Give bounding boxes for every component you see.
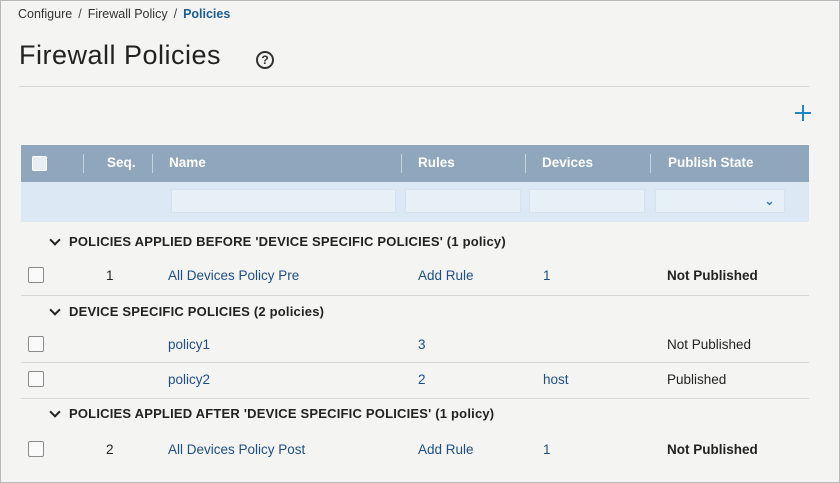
filter-row: ⌄ [21, 182, 809, 222]
row-policy-name-link[interactable]: All Devices Policy Pre [168, 268, 299, 283]
row-checkbox[interactable] [28, 336, 44, 352]
row-policy-name-link[interactable]: All Devices Policy Post [168, 442, 305, 457]
row-checkbox[interactable] [28, 371, 44, 387]
row-devices-link[interactable]: host [543, 372, 569, 387]
column-divider [525, 154, 526, 173]
table-row: policy2 2 host Published [21, 363, 809, 397]
breadcrumb-policies: Policies [183, 7, 231, 21]
column-header-publish-state[interactable]: Publish State [668, 155, 754, 170]
row-seq: 2 [106, 442, 114, 457]
row-seq: 1 [106, 268, 114, 283]
row-publish-state: Published [667, 372, 727, 387]
chevron-down-icon[interactable] [49, 303, 61, 316]
group-label: DEVICE SPECIFIC POLICIES (2 policies) [69, 304, 325, 319]
column-header-name[interactable]: Name [169, 155, 206, 170]
row-publish-state: Not Published [667, 442, 758, 457]
row-checkbox[interactable] [28, 267, 44, 283]
breadcrumb: Configure / Firewall Policy / Policies [18, 7, 230, 21]
row-devices-link[interactable]: 1 [543, 442, 551, 457]
breadcrumb-configure[interactable]: Configure [18, 7, 72, 21]
row-publish-state: Not Published [667, 268, 758, 283]
group-header-after[interactable]: POLICIES APPLIED AFTER 'DEVICE SPECIFIC … [49, 405, 495, 421]
row-policy-name-link[interactable]: policy2 [168, 372, 210, 387]
devices-filter-input[interactable] [529, 189, 645, 213]
rules-filter-input[interactable] [405, 189, 521, 213]
table-row: 2 All Devices Policy Post Add Rule 1 Not… [21, 433, 809, 467]
page-title: Firewall Policies [19, 40, 222, 70]
table-row: 1 All Devices Policy Pre Add Rule 1 Not … [21, 259, 809, 293]
select-all-checkbox[interactable] [32, 156, 47, 171]
row-divider [21, 295, 809, 296]
row-divider [21, 398, 809, 399]
column-divider [650, 154, 651, 173]
chevron-down-icon[interactable] [49, 233, 61, 246]
group-header-before[interactable]: POLICIES APPLIED BEFORE 'DEVICE SPECIFIC… [49, 233, 506, 249]
table-row: policy1 3 Not Published [21, 328, 809, 362]
name-filter-input[interactable] [171, 189, 396, 213]
column-header-rules[interactable]: Rules [418, 155, 455, 170]
help-icon[interactable]: ? [256, 51, 274, 69]
chevron-down-icon[interactable]: ⌄ [764, 193, 775, 209]
group-header-device-specific[interactable]: DEVICE SPECIFIC POLICIES (2 policies) [49, 303, 325, 319]
group-label: POLICIES APPLIED AFTER 'DEVICE SPECIFIC … [69, 406, 495, 421]
row-rules-link[interactable]: Add Rule [418, 442, 474, 457]
add-policy-plus-icon[interactable] [793, 103, 813, 123]
column-divider [152, 154, 153, 173]
breadcrumb-firewall-policy[interactable]: Firewall Policy [88, 7, 168, 21]
column-divider [83, 154, 84, 173]
group-label: POLICIES APPLIED BEFORE 'DEVICE SPECIFIC… [69, 234, 506, 249]
row-policy-name-link[interactable]: policy1 [168, 337, 210, 352]
column-header-seq[interactable]: Seq. [107, 155, 136, 170]
column-divider [401, 154, 402, 173]
row-rules-link[interactable]: Add Rule [418, 268, 474, 283]
column-header-devices[interactable]: Devices [542, 155, 593, 170]
row-publish-state: Not Published [667, 337, 752, 352]
table-header: Seq. Name Rules Devices Publish State [21, 145, 809, 182]
breadcrumb-separator: / [78, 7, 82, 21]
row-rules-link[interactable]: 3 [418, 337, 426, 352]
title-divider [19, 86, 809, 87]
row-devices-link[interactable]: 1 [543, 268, 551, 283]
row-rules-link[interactable]: 2 [418, 372, 426, 387]
chevron-down-icon[interactable] [49, 405, 61, 418]
breadcrumb-separator: / [173, 7, 178, 21]
row-checkbox[interactable] [28, 441, 44, 457]
